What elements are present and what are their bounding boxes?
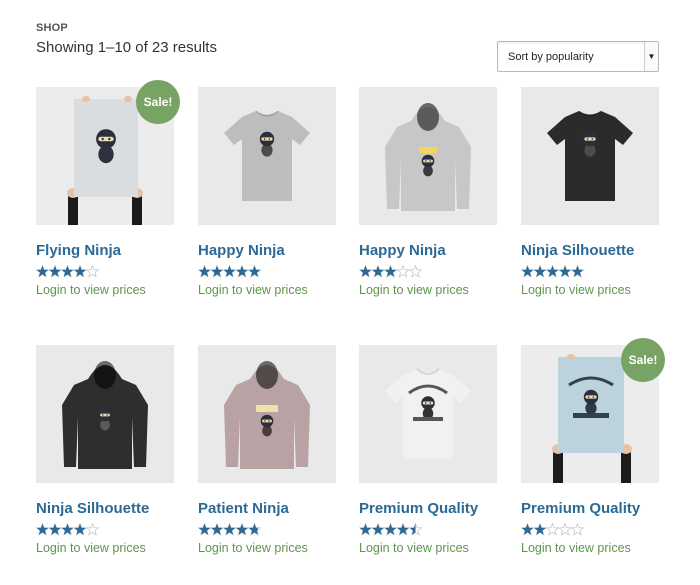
star-rating <box>359 265 423 278</box>
product-title[interactable]: Premium Quality <box>521 500 640 517</box>
product-title[interactable]: Happy Ninja <box>359 242 446 259</box>
product-image[interactable] <box>521 87 659 225</box>
product-title[interactable]: Ninja Silhouette <box>36 500 149 517</box>
login-price-link[interactable]: Login to view prices <box>36 283 146 297</box>
product-image[interactable] <box>198 345 336 483</box>
product-image[interactable] <box>198 87 336 225</box>
login-price-link[interactable]: Login to view prices <box>359 283 469 297</box>
login-price-link[interactable]: Login to view prices <box>359 541 469 555</box>
hoodie-pink-icon <box>224 361 310 469</box>
login-price-link[interactable]: Login to view prices <box>198 541 308 555</box>
product-title[interactable]: Happy Ninja <box>198 242 285 259</box>
product-image[interactable] <box>36 345 174 483</box>
star-rating <box>198 265 262 278</box>
tshirt-white-icon <box>385 368 471 459</box>
star-rating <box>359 523 423 536</box>
product-title[interactable]: Premium Quality <box>359 500 478 517</box>
sale-badge: Sale! <box>136 80 180 124</box>
login-price-link[interactable]: Login to view prices <box>521 283 631 297</box>
star-rating <box>521 265 585 278</box>
hoodie-gray-icon <box>385 103 471 211</box>
sale-badge: Sale! <box>621 338 665 382</box>
star-rating <box>36 523 100 536</box>
star-rating <box>198 523 262 536</box>
sort-select-value: Sort by popularity <box>508 51 594 63</box>
tshirt-gray-icon <box>224 110 310 201</box>
chevron-updown-icon: ▼ <box>644 42 658 71</box>
breadcrumb[interactable]: SHOP <box>36 22 68 34</box>
login-price-link[interactable]: Login to view prices <box>198 283 308 297</box>
login-price-link[interactable]: Login to view prices <box>521 541 631 555</box>
star-rating <box>521 523 585 536</box>
login-price-link[interactable]: Login to view prices <box>36 541 146 555</box>
tshirt-black-icon <box>547 110 633 201</box>
product-image[interactable] <box>359 345 497 483</box>
star-rating <box>36 265 100 278</box>
product-title[interactable]: Patient Ninja <box>198 500 289 517</box>
product-image[interactable] <box>359 87 497 225</box>
product-title[interactable]: Ninja Silhouette <box>521 242 634 259</box>
hoodie-black-icon <box>62 361 148 469</box>
result-count: Showing 1–10 of 23 results <box>36 39 217 56</box>
sort-select[interactable]: Sort by popularity ▼ <box>497 41 659 72</box>
product-title[interactable]: Flying Ninja <box>36 242 121 259</box>
